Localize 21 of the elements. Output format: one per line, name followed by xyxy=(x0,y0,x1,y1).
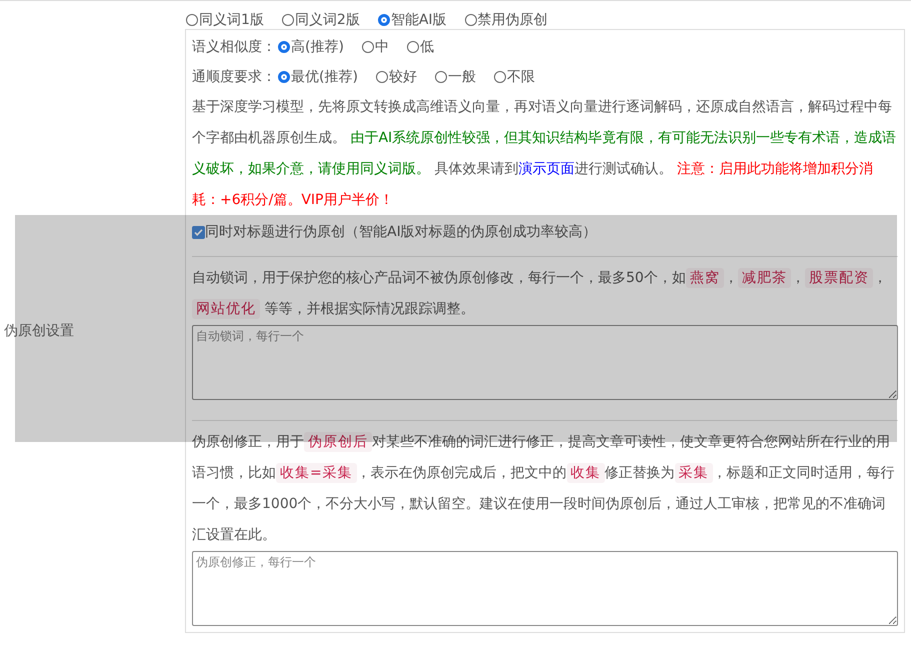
field-label: 通顺度要求： xyxy=(192,68,276,86)
radio-option[interactable]: 不限 xyxy=(494,68,535,86)
description-text: 基于深度学习模型，先将原文转换成高维语义向量，再对语义向量进行逐词解码，还原成自然语言，解码过程中每个字都由机器原创生成。 由于AI系统原创性较强，但其知识结构毕竟有限，有可能无法识别一些专有术语，造成语义破坏，如果介意，请使用同义词版。 具体效果请到演示页面进行测试确认。 注意：启用此功能将增加积分消耗：+6积分/篇。VIP用户半价！ xyxy=(192,98,898,210)
radio-option[interactable]: 一般 xyxy=(434,68,476,86)
title-rewrite-checkbox[interactable]: 同时对标题进行伪原创（智能AI版对标题的伪原创成功率较高） xyxy=(192,223,597,241)
lock-words-hint: 自动锁词，用于保护您的核心产品词不被伪原创修改，每行一个，最多50个，如 燕窝 ， 减肥茶 ， 股票配资 ， 网站优化 等等，并根据实际情况跟踪调整。 xyxy=(192,267,888,321)
demo-page-link[interactable]: 演示页面 xyxy=(518,161,574,177)
radio-option[interactable]: 低 xyxy=(406,38,434,56)
input-field[interactable]: 自动锁词，每行一个 xyxy=(192,325,898,400)
correction-hint: 伪原创修正，用于 伪原创后 对某些不准确的词汇进行修正，提高文章可读性，使文章更符合您网站所在行业的用语习惯，比如 收集=采集 ，表示在伪原创完成后，把文中的 收集 修正替换为 采集 ，标题和正文同时适用，每行一个，最多1000个，不分大小写，默认留空。建议在使用一段时间伪原创后，通过人工审核，把常见的不准确词汇设置在此。 xyxy=(192,431,896,545)
radio-option[interactable]: 最优(推荐) xyxy=(278,68,358,86)
radio-option[interactable]: 同义词2版 xyxy=(282,10,360,28)
radio-option[interactable]: 智能AI版 xyxy=(378,10,447,28)
radio-option[interactable]: 较好 xyxy=(376,68,417,86)
radio-option[interactable]: 同义词1版 xyxy=(186,10,264,28)
field-label: 语义相似度： xyxy=(192,38,276,56)
section-label: 伪原创设置 xyxy=(4,322,74,340)
input-field[interactable]: 伪原创修正，每行一个 xyxy=(192,551,898,626)
radio-option[interactable]: 中 xyxy=(362,38,389,56)
radio-option[interactable]: 禁用伪原创 xyxy=(464,10,548,28)
radio-option[interactable]: 高(推荐) xyxy=(278,38,344,56)
